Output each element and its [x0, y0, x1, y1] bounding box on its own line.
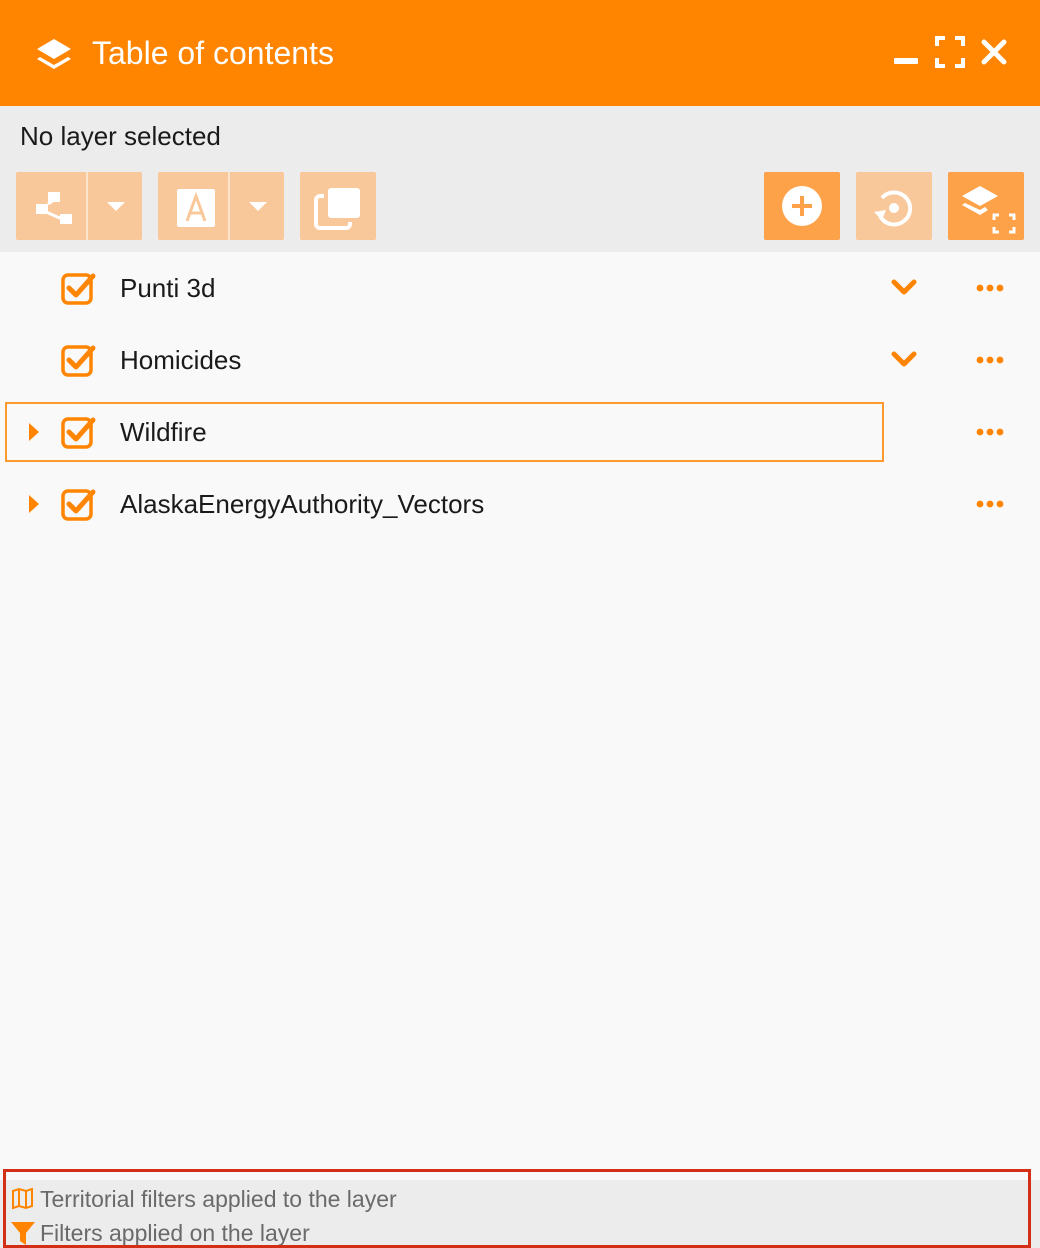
chevron-down-icon[interactable]	[888, 348, 920, 372]
map-icon	[12, 1187, 33, 1210]
checkbox-checked-icon[interactable]	[60, 342, 96, 378]
hierarchy-icon	[36, 192, 72, 224]
plus-circle-icon	[782, 186, 822, 226]
more-options-icon[interactable]	[972, 278, 1008, 298]
layer-list: Punti 3d Homicides Wildfire AlaskaEnergy…	[0, 252, 1040, 1172]
caret-right-icon[interactable]	[24, 420, 44, 444]
checkbox-checked-icon[interactable]	[60, 414, 96, 450]
window-title: Table of contents	[92, 35, 334, 71]
layers-fullscreen-icon	[962, 186, 1016, 234]
close-icon[interactable]	[978, 34, 1010, 70]
copy-icon	[314, 188, 360, 230]
group-button[interactable]	[16, 172, 142, 240]
window-header: Table of contents	[0, 0, 1040, 106]
button-divider	[228, 172, 230, 240]
caret-right-icon[interactable]	[24, 492, 44, 516]
chevron-down-icon[interactable]	[888, 276, 920, 300]
more-options-icon[interactable]	[972, 350, 1008, 370]
layer-name[interactable]: Wildfire	[120, 416, 207, 448]
legend-filters-text: Filters applied on the layer	[40, 1220, 310, 1246]
more-options-icon[interactable]	[972, 494, 1008, 514]
add-layer-button[interactable]	[764, 172, 840, 240]
layer-row[interactable]: Homicides	[0, 324, 1040, 396]
maximize-icon[interactable]	[934, 34, 966, 70]
layer-name[interactable]: AlaskaEnergyAuthority_Vectors	[120, 488, 484, 520]
minimize-icon[interactable]	[890, 34, 922, 70]
filter-icon	[11, 1222, 35, 1245]
legend-footer: Territorial filters applied to the layer…	[0, 1180, 1040, 1248]
layers-icon	[37, 39, 71, 69]
layer-row[interactable]: AlaskaEnergyAuthority_Vectors	[0, 468, 1040, 540]
text-a-icon	[177, 189, 215, 227]
layer-name[interactable]: Punti 3d	[120, 272, 215, 304]
layer-name[interactable]: Homicides	[120, 344, 241, 376]
legend-territorial-text: Territorial filters applied to the layer	[40, 1186, 397, 1212]
checkbox-checked-icon[interactable]	[60, 486, 96, 522]
layer-row[interactable]: Punti 3d	[0, 252, 1040, 324]
checkbox-checked-icon[interactable]	[60, 270, 96, 306]
button-divider	[86, 172, 88, 240]
zoom-to-layer-button[interactable]	[948, 172, 1024, 240]
reset-button[interactable]	[856, 172, 932, 240]
reset-icon	[874, 190, 913, 227]
caret-down-icon[interactable]	[246, 198, 270, 214]
caret-down-icon[interactable]	[104, 198, 128, 214]
style-button[interactable]	[158, 172, 284, 240]
copy-button[interactable]	[300, 172, 376, 240]
more-options-icon[interactable]	[972, 422, 1008, 442]
selection-status: No layer selected	[20, 121, 221, 151]
layer-row-selected[interactable]: Wildfire	[0, 396, 1040, 468]
